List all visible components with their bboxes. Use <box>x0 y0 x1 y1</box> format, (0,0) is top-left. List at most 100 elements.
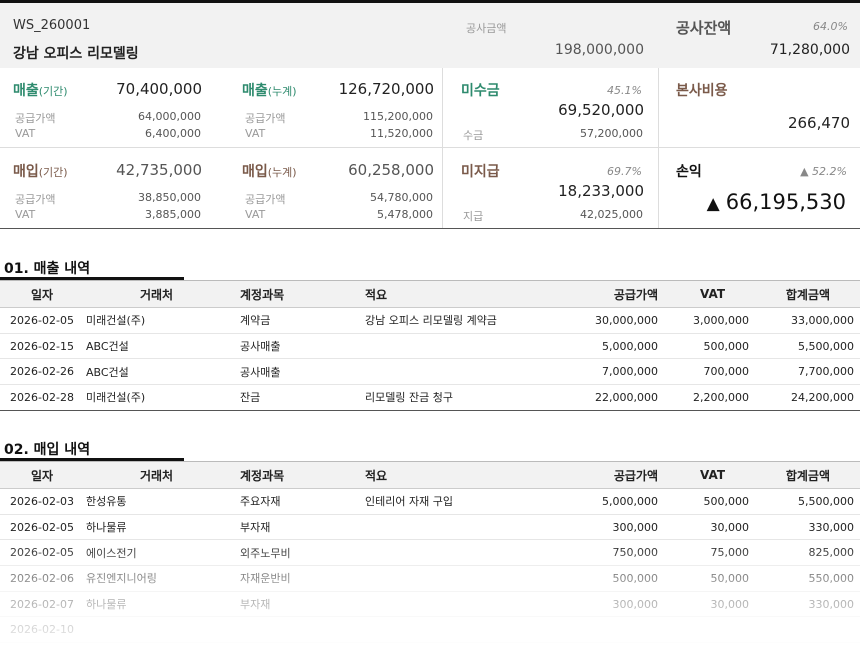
table-row[interactable]: 2026-02-07 하나물류 부자재 300,000 30,000 330,0… <box>0 591 860 618</box>
project-code: WS_260001 <box>13 18 91 33</box>
balance-value: 71,280,000 <box>769 42 850 58</box>
cell-date: 2026-02-10 <box>0 616 84 644</box>
receivable-percent: 45.1% <box>607 84 642 97</box>
cell-memo <box>354 333 549 360</box>
col-total[interactable]: 합계금액 <box>749 280 860 308</box>
project-name: 강남 오피스 리모델링 <box>13 46 139 62</box>
vat-value: 11,520,000 <box>370 127 433 140</box>
cell-total: 825,000 <box>749 539 860 567</box>
sales-table: 일자 거래처 계정과목 적요 공급가액 VAT 합계금액 2026-02-05 … <box>0 280 860 411</box>
vat-value: 6,400,000 <box>145 127 201 140</box>
divider <box>442 68 443 228</box>
cell-supply: 750,000 <box>549 539 658 567</box>
cell-supply: 300,000 <box>549 514 658 541</box>
vat-label: VAT <box>245 208 266 221</box>
supply-value: 115,200,000 <box>363 110 433 123</box>
cell-date: 2026-02-05 <box>0 307 84 334</box>
cell-supply: 300,000 <box>549 591 658 618</box>
vat-label: VAT <box>15 127 36 140</box>
table-row[interactable]: 2026-02-15 ABC건설 공사매출 5,000,000 500,000 … <box>0 333 860 360</box>
cell-supply: 30,000,000 <box>549 307 658 334</box>
cell-account: 부자재 <box>229 514 354 541</box>
profit-percent: ▲ 52.2% <box>800 165 847 178</box>
cell-date: 2026-02-05 <box>0 539 84 567</box>
cell-vendor <box>84 616 229 644</box>
payable-percent: 69.7% <box>607 165 642 178</box>
cell-memo <box>354 591 549 618</box>
cell-total: 550,000 <box>749 565 860 592</box>
vat-label: VAT <box>15 208 36 221</box>
sales-period-label: 매출(기간) <box>13 83 68 99</box>
table-row[interactable]: 2026-02-03 한성유통 주요자재 인테리어 자재 구입 5,000,00… <box>0 488 860 515</box>
sales-cumulative-value: 126,720,000 <box>338 80 434 98</box>
cell-total: 330,000 <box>749 591 860 618</box>
paid-value: 42,025,000 <box>580 208 643 221</box>
cell-supply: 22,000,000 <box>549 384 658 411</box>
table-row[interactable]: 2026-02-28 미래건설(주) 잔금 리모델링 잔금 청구 22,000,… <box>0 384 860 411</box>
supply-value: 64,000,000 <box>138 110 201 123</box>
profit-value: ▲ 66,195,530 <box>707 190 846 214</box>
purchase-section-title: 02. 매입 내역 <box>4 442 91 458</box>
table-header-row: 일자 거래처 계정과목 적요 공급가액 VAT 합계금액 <box>0 461 860 489</box>
purchase-table: 일자 거래처 계정과목 적요 공급가액 VAT 합계금액 2026-02-03 … <box>0 461 860 644</box>
col-supply[interactable]: 공급가액 <box>549 461 658 489</box>
cell-account: 공사매출 <box>229 333 354 360</box>
cell-vendor: 유진엔지니어링 <box>84 565 229 592</box>
receivable-value: 69,520,000 <box>558 101 644 119</box>
supply-label: 공급가액 <box>245 112 286 125</box>
cell-account: 공사매출 <box>229 358 354 386</box>
purchase-cumulative-label: 매입(누계) <box>242 164 297 180</box>
paid-label: 지급 <box>463 210 484 223</box>
col-vendor[interactable]: 거래처 <box>84 461 229 489</box>
cell-total: 330,000 <box>749 514 860 541</box>
col-memo[interactable]: 적요 <box>354 461 549 489</box>
cell-vat <box>658 616 749 644</box>
balance-label: 공사잔액 <box>676 19 732 37</box>
vat-value: 5,478,000 <box>377 208 433 221</box>
cell-supply <box>549 616 658 644</box>
cell-account: 자재운반비 <box>229 565 354 592</box>
cell-memo: 리모델링 잔금 청구 <box>354 384 549 411</box>
cell-memo <box>354 539 549 567</box>
table-row[interactable]: 2026-02-06 유진엔지니어링 자재운반비 500,000 50,000 … <box>0 565 860 592</box>
table-header-row: 일자 거래처 계정과목 적요 공급가액 VAT 합계금액 <box>0 280 860 308</box>
contract-amount-label: 공사금액 <box>466 22 507 35</box>
hq-cost-label: 본사비용 <box>676 83 728 99</box>
col-vendor[interactable]: 거래처 <box>84 280 229 308</box>
cell-vendor: 하나물류 <box>84 514 229 541</box>
cell-total: 5,500,000 <box>749 488 860 515</box>
table-row[interactable]: 2026-02-05 미래건설(주) 계약금 강남 오피스 리모델링 계약금 3… <box>0 307 860 334</box>
table-row[interactable]: 2026-02-05 에이스전기 외주노무비 750,000 75,000 82… <box>0 539 860 567</box>
col-date[interactable]: 일자 <box>0 280 84 308</box>
col-vat[interactable]: VAT <box>658 280 749 308</box>
payable-value: 18,233,000 <box>558 182 644 200</box>
cell-supply: 500,000 <box>549 565 658 592</box>
cell-date: 2026-02-26 <box>0 358 84 386</box>
contract-amount-value: 198,000,000 <box>554 42 644 58</box>
cell-vendor: 에이스전기 <box>84 539 229 567</box>
cell-supply: 5,000,000 <box>549 333 658 360</box>
table-row[interactable]: 2026-02-26 ABC건설 공사매출 7,000,000 700,000 … <box>0 358 860 386</box>
cell-memo <box>354 565 549 592</box>
cell-supply: 5,000,000 <box>549 488 658 515</box>
col-total[interactable]: 합계금액 <box>749 461 860 489</box>
col-account[interactable]: 계정과목 <box>229 280 354 308</box>
vat-label: VAT <box>245 127 266 140</box>
col-account[interactable]: 계정과목 <box>229 461 354 489</box>
purchase-period-label: 매입(기간) <box>13 164 68 180</box>
up-triangle-icon: ▲ <box>706 194 720 214</box>
cell-date: 2026-02-06 <box>0 565 84 592</box>
sales-period-value: 70,400,000 <box>116 80 202 98</box>
col-vat[interactable]: VAT <box>658 461 749 489</box>
cell-supply: 7,000,000 <box>549 358 658 386</box>
table-row[interactable]: 2026-02-05 하나물류 부자재 300,000 30,000 330,0… <box>0 514 860 541</box>
cell-vendor: 미래건설(주) <box>84 307 229 334</box>
cell-memo <box>354 616 549 644</box>
col-memo[interactable]: 적요 <box>354 280 549 308</box>
table-row[interactable]: 2026-02-10 <box>0 616 860 644</box>
payable-label: 미지급 <box>461 164 500 180</box>
cell-vat: 3,000,000 <box>658 307 749 334</box>
cell-total: 5,500,000 <box>749 333 860 360</box>
col-date[interactable]: 일자 <box>0 461 84 489</box>
col-supply[interactable]: 공급가액 <box>549 280 658 308</box>
